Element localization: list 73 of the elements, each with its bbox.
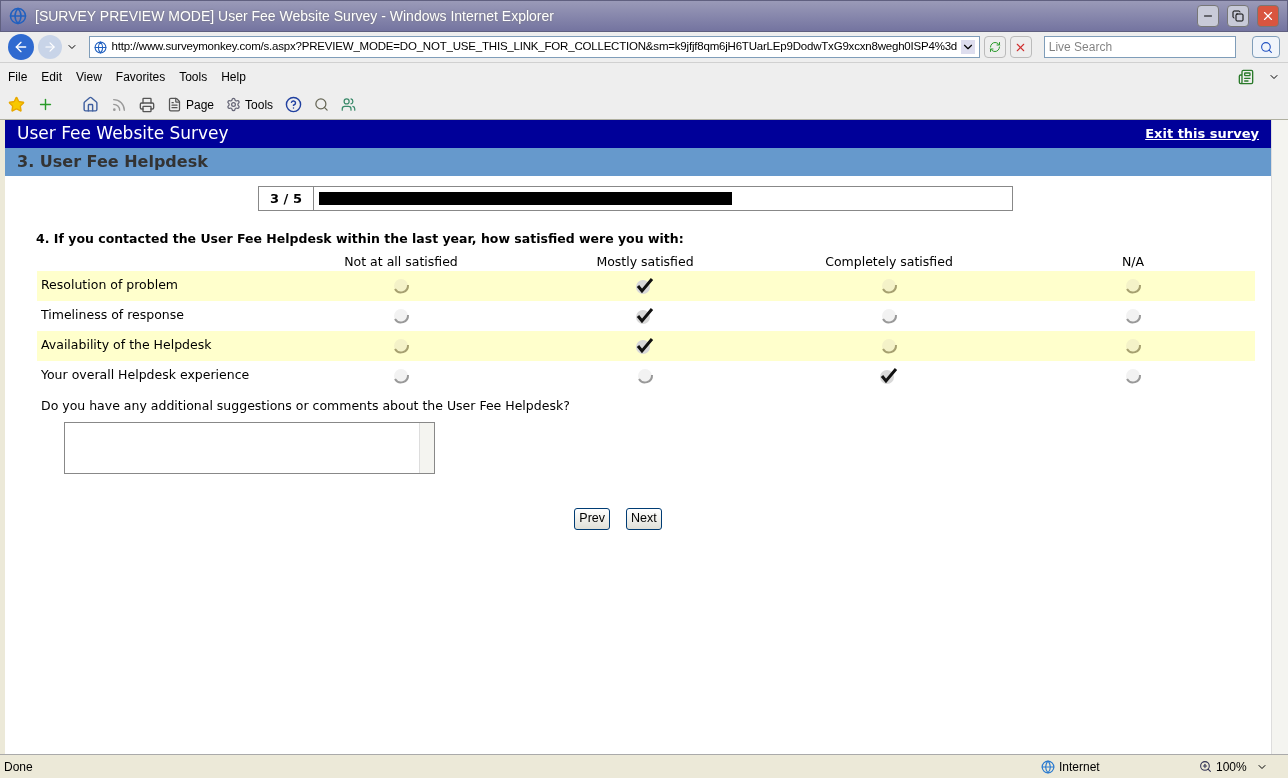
search-field[interactable]: Live Search	[1043, 36, 1237, 58]
column-heading: Mostly satisfied	[595, 252, 695, 271]
close-icon	[1261, 9, 1275, 23]
exit-survey-link[interactable]: Exit this survey	[1145, 124, 1259, 144]
checked-radio-icon[interactable]	[635, 336, 655, 355]
zoom-icon[interactable]	[1199, 760, 1212, 773]
column-heading: Completely satisfied	[824, 252, 954, 271]
row-label: Timeliness of response	[40, 306, 185, 325]
radio-button-icon[interactable]	[392, 336, 410, 355]
column-heading: Not at all satisfied	[343, 252, 459, 271]
search-button[interactable]	[1252, 36, 1280, 58]
internet-zone-icon	[1041, 759, 1055, 774]
checked-radio-icon[interactable]	[635, 276, 655, 295]
radio-button-icon[interactable]	[636, 366, 654, 385]
window-title: [SURVEY PREVIEW MODE] User Fee Website Survey - Windows Internet Explorer	[35, 6, 555, 26]
back-button[interactable]	[8, 34, 34, 60]
restore-icon	[1232, 10, 1244, 22]
radio-button-icon[interactable]	[392, 366, 410, 385]
row-label: Resolution of problem	[40, 276, 180, 295]
nav-button[interactable]: Next	[626, 507, 662, 530]
progress-count: 3 / 5	[258, 186, 314, 211]
close-button[interactable]	[1257, 5, 1279, 27]
row-label: Your overall Helpdesk experience	[40, 366, 251, 385]
radio-button-icon[interactable]	[880, 336, 898, 355]
zone-text: Internet	[1059, 758, 1101, 776]
menu-item[interactable]: View	[76, 67, 102, 86]
menu-item[interactable]: Help	[221, 67, 246, 86]
status-text: Done	[4, 758, 34, 776]
comment-textarea[interactable]	[64, 421, 435, 474]
restore-button[interactable]	[1227, 5, 1249, 27]
refresh-icon	[989, 41, 1001, 53]
favorites-star-icon[interactable]	[8, 96, 25, 113]
research-icon[interactable]	[314, 97, 330, 112]
question-text: 4. If you contacted the User Fee Helpdesk within the last year, how satisfied were you with:	[36, 230, 685, 248]
row-label: Availability of the Helpdesk	[40, 336, 213, 355]
feeds-icon[interactable]	[111, 96, 127, 113]
search-icon	[1259, 40, 1273, 54]
radio-button-icon[interactable]	[1124, 276, 1142, 295]
radio-button-icon[interactable]	[880, 306, 898, 325]
column-heading: N/A	[1120, 252, 1146, 271]
comment-question: Do you have any additional suggestions or comments about the User Fee Helpdesk?	[41, 396, 571, 415]
refresh-button[interactable]	[984, 36, 1006, 58]
menu-item[interactable]: Edit	[41, 67, 63, 86]
scrollbar[interactable]	[419, 422, 434, 473]
add-favorite-icon[interactable]	[37, 96, 54, 113]
tools-menu[interactable]: Tools	[245, 95, 274, 114]
minimize-button[interactable]	[1197, 5, 1219, 27]
nav-button[interactable]: Prev	[574, 507, 610, 530]
menu-item[interactable]: File	[8, 67, 28, 86]
address-dropdown-icon[interactable]	[961, 40, 976, 54]
page-scrollbar[interactable]	[1271, 120, 1288, 754]
radio-button-icon[interactable]	[1124, 366, 1142, 385]
survey-title: User Fee Website Survey	[17, 122, 229, 146]
print-icon[interactable]	[139, 96, 155, 113]
settings-icon	[226, 97, 242, 112]
checked-radio-icon[interactable]	[879, 366, 899, 385]
zoom-level[interactable]: 100%	[1216, 757, 1256, 776]
forward-arrow-icon	[42, 40, 57, 54]
radio-button-icon[interactable]	[880, 276, 898, 295]
page-menu[interactable]: Page	[186, 95, 215, 114]
menu-item[interactable]: Favorites	[115, 67, 166, 86]
home-icon[interactable]	[82, 96, 99, 113]
address-field[interactable]: http://www.surveymonkey.com/s.aspx?PREVIEW_MODE=DO_NOT_USE_THIS_LINK_FOR_COLLECTION&sm=k9jfjf8qm6jH6TUarLEp9DodwTxG9xcxn8wegh0ISP4%3d	[89, 36, 981, 58]
checked-radio-icon[interactable]	[635, 306, 655, 325]
help-icon[interactable]	[285, 96, 303, 113]
radio-button-icon[interactable]	[392, 306, 410, 325]
radio-button-icon[interactable]	[1124, 306, 1142, 325]
radio-button-icon[interactable]	[1124, 336, 1142, 355]
address-url: http://www.surveymonkey.com/s.aspx?PREVIEW_MODE=DO_NOT_USE_THIS_LINK_FOR_COLLECTION&sm=k9jfjf8qm6jH6TUarLEp9DodwTxG9xcxn8wegh0ISP4%3d	[111, 39, 958, 55]
menu-item[interactable]: Tools	[179, 67, 208, 86]
section-title: 3. User Fee Helpdesk	[17, 151, 208, 173]
radio-button-icon[interactable]	[392, 276, 410, 295]
stop-button[interactable]	[1009, 36, 1032, 58]
